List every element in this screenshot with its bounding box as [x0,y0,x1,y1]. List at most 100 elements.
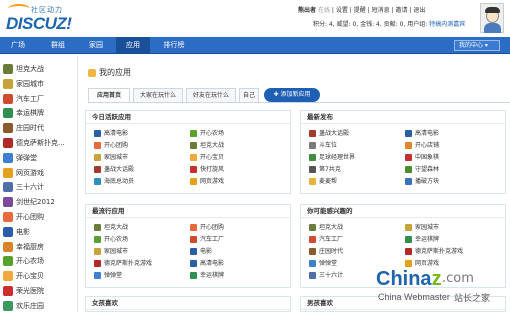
app-link[interactable]: 高清电影 [190,259,224,268]
nav-item-square[interactable]: 广场 [0,37,36,54]
logout-link[interactable]: 退出 [413,7,425,14]
app-label: 幸运棋牌 [415,236,440,243]
app-label: 家园城市 [104,154,129,161]
nav-item-groups[interactable]: 群组 [40,37,76,54]
app-icon [405,130,412,137]
sidebar-item[interactable]: 弹弹堂 [3,151,77,165]
sidebar-item[interactable]: 德克萨斯扑克... [3,136,77,150]
app-link[interactable]: 汽车工厂 [190,235,224,244]
app-icon [3,123,13,134]
app-link[interactable]: 汽车工厂 [309,235,343,244]
app-label: 守望森林 [415,166,440,173]
sidebar-item[interactable]: 庄园时代 [3,121,77,135]
sidebar-item[interactable]: 欢乐庄园 [3,299,77,313]
sidebar-item[interactable]: 网页游戏 [3,166,77,180]
app-link[interactable]: 电影 [190,247,212,256]
app-link[interactable]: 第7共克 [309,165,341,174]
nav-item-home[interactable]: 家园 [78,37,114,54]
app-icon [190,260,197,267]
app-label: 麦麦帮 [319,178,338,185]
sidebar-item[interactable]: 幸福厨房 [3,240,77,254]
sidebar-item[interactable]: 坦克大战 [3,62,77,76]
app-icon [3,64,13,74]
usergroup-link[interactable]: 特搞内测嘉宾 [429,21,465,28]
app-label: 第7共克 [319,166,341,173]
app-link[interactable]: 快打旋风 [190,165,224,174]
app-link[interactable]: 德克萨斯扑克游戏 [94,259,152,268]
panel-title: 最流行应用 [86,205,290,218]
app-link[interactable]: 三十六计 [309,271,343,280]
app-link[interactable]: 弹弹堂 [94,271,122,280]
tab-friends-playing[interactable]: 好友在玩什么 [186,88,236,102]
app-link[interactable]: 开心团购 [94,141,128,150]
app-icon [94,248,101,255]
watermark-logo: Chinaz .com China Webmaster 站长之家 [376,268,491,304]
app-link[interactable]: 网页游戏 [190,177,224,186]
app-label: 德克萨斯扑克游戏 [415,248,464,255]
app-label: 开心农场 [200,130,225,137]
app-label: 蛊战大话殿 [104,166,135,173]
app-link[interactable]: 德克萨斯扑克游戏 [405,247,463,256]
online-status[interactable]: 在线 [318,7,330,14]
username-link[interactable]: 熊出者 [298,7,316,14]
sidebar-item[interactable]: 家园城市 [3,77,77,91]
app-label: 弹弹堂 [319,260,338,267]
my-center-dropdown[interactable]: 我的中心 ▾ [454,40,500,51]
panel-today-active: 今日活跃应用 高清电影 开心农场 开心团购 坦克大战 家园城市 开心宝贝 蛊战大话殿 快打旋风… [85,110,291,194]
app-link[interactable]: 蛊战大话殿 [94,165,134,174]
invite-link[interactable]: 邀请 [395,7,407,14]
app-link[interactable]: 开心团购 [190,223,224,232]
app-link[interactable]: 中国象棋 [405,153,439,162]
avatar[interactable] [480,3,504,33]
app-link[interactable]: 高清电影 [405,129,439,138]
nav-item-apps[interactable]: 应用 [116,37,150,54]
tab-everyone-playing[interactable]: 大家在玩什么 [133,88,183,102]
app-icon [94,130,101,137]
sidebar-item[interactable]: 三十六计 [3,180,77,194]
sidebar-item[interactable]: 幸运棋牌 [3,106,77,120]
notice-link[interactable]: 提醒 [354,7,366,14]
app-icon [309,272,316,279]
settings-link[interactable]: 设置 [336,7,348,14]
app-link[interactable]: 蛊战大话殿 [309,129,349,138]
app-link[interactable]: 播破方块 [405,177,439,186]
messages-link[interactable]: 短消息 [372,7,390,14]
app-link[interactable]: 庄园时代 [309,247,343,256]
app-link[interactable]: 麦麦帮 [309,177,337,186]
app-link[interactable]: 足球经理世界 [309,153,355,162]
app-link[interactable]: 开心店铺 [405,141,439,150]
app-link[interactable]: 坦克大战 [309,223,343,232]
app-link[interactable]: 幸运棋牌 [405,235,439,244]
app-link[interactable]: 家园城市 [405,223,439,232]
app-icon [309,142,316,149]
sidebar-item[interactable]: 剑世纪2012 [3,195,77,209]
app-label: 开心团购 [104,142,129,149]
app-link[interactable]: 网页游戏 [405,259,439,268]
tab-app-home[interactable]: 应用首页 [88,88,130,103]
tab-self[interactable]: 自己 [239,88,259,102]
sidebar-item[interactable]: 电影 [3,225,77,239]
app-link[interactable]: 斗车位 [309,141,337,150]
sidebar-item[interactable]: 汽车工厂 [3,92,77,106]
app-link[interactable]: 家园城市 [94,247,128,256]
app-icon [94,260,101,267]
add-new-app-button[interactable]: ✚ 添加新应用 [264,88,320,102]
app-link[interactable]: 高清电影 [94,129,128,138]
app-link[interactable]: 海底总动员 [94,177,134,186]
app-link[interactable]: 守望森林 [405,165,439,174]
app-link[interactable]: 幸运棋牌 [190,271,224,280]
app-link[interactable]: 坦克大战 [94,223,128,232]
credits-text: 积分: 4, 威望: 0, 金钱: 4, 贡献: 0, 用户组: [313,21,428,28]
discuz-logo[interactable]: 社区动力 DISCUZ! [4,2,436,270]
app-link[interactable]: 开心农场 [94,235,128,244]
sidebar-item[interactable]: 开心宝贝 [3,269,77,283]
app-link[interactable]: 开心宝贝 [190,153,224,162]
app-link[interactable]: 坦克大战 [190,141,224,150]
app-link[interactable]: 家园城市 [94,153,128,162]
sidebar-item[interactable]: 荣光医院 [3,284,77,298]
app-link[interactable]: 开心农场 [190,129,224,138]
app-link[interactable]: 弹弹堂 [309,259,337,268]
sidebar-item[interactable]: 开心农场 [3,254,77,268]
nav-item-ranking[interactable]: 排行榜 [154,37,194,54]
sidebar-item[interactable]: 开心团购 [3,210,77,224]
